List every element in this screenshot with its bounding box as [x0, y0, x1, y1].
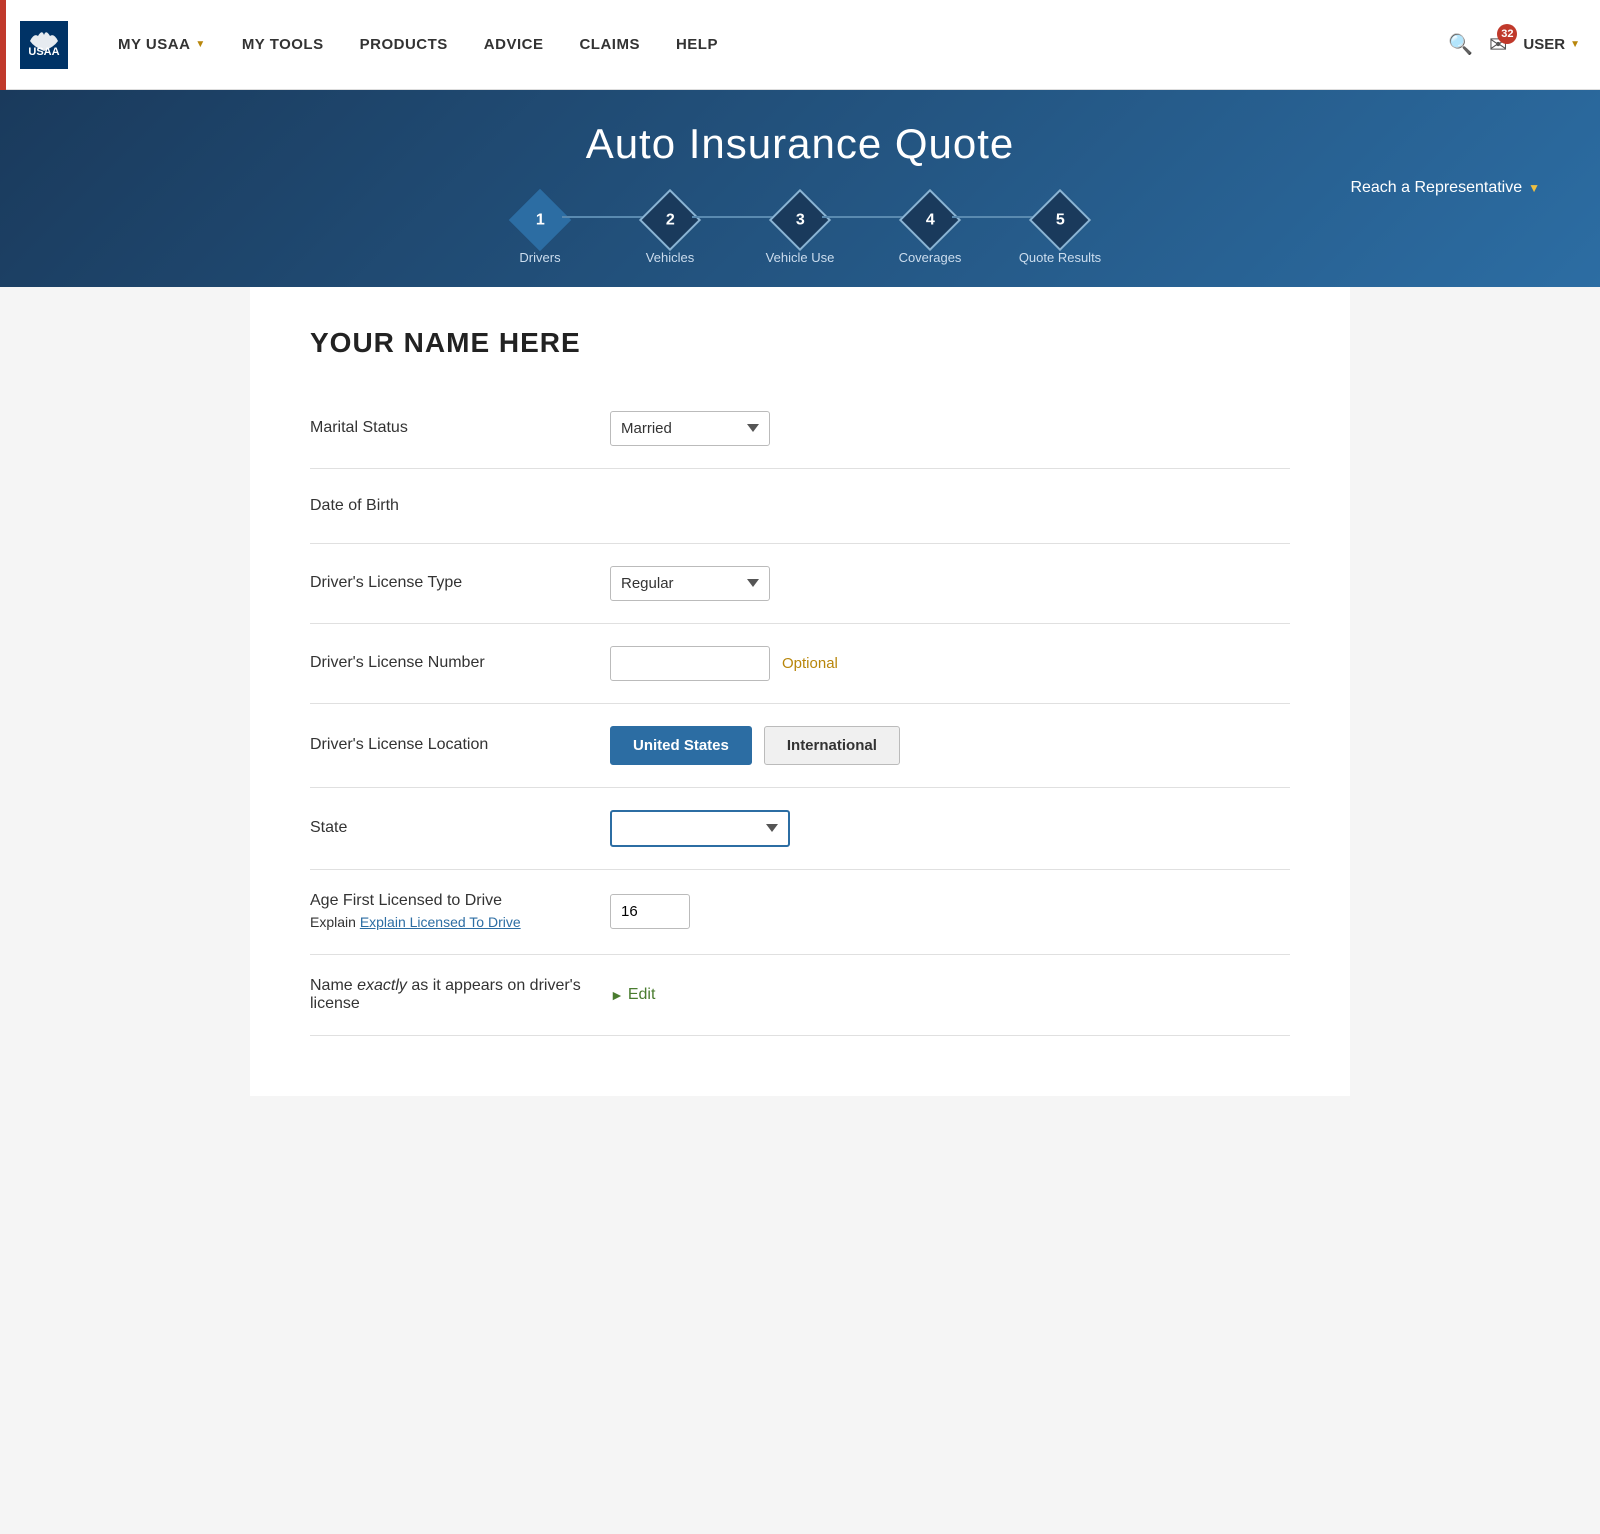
optional-badge: Optional: [782, 655, 838, 672]
state-select[interactable]: AlabamaAlaskaArizona ArkansasCaliforniaC…: [610, 810, 790, 847]
name-on-license-control: ► Edit: [610, 986, 1290, 1004]
mail-badge: 32: [1497, 24, 1517, 44]
step-1-label: Drivers: [519, 250, 560, 267]
search-icon[interactable]: 🔍: [1448, 32, 1473, 57]
license-location-label: Driver's License Location: [310, 736, 590, 754]
marital-status-row: Marital Status Married Single Divorced W…: [310, 389, 1290, 469]
logo[interactable]: USAA: [20, 21, 70, 69]
license-number-input[interactable]: [610, 646, 770, 681]
step-1-diamond: 1: [509, 189, 571, 251]
step-4-label: Coverages: [899, 250, 962, 267]
step-5-diamond: 5: [1029, 189, 1091, 251]
step-3-diamond: 3: [769, 189, 831, 251]
nav-my-tools[interactable]: MY TOOLS: [224, 0, 342, 90]
date-of-birth-row: Date of Birth: [310, 469, 1290, 544]
license-type-label: Driver's License Type: [310, 574, 590, 592]
marital-status-select[interactable]: Married Single Divorced Widowed: [610, 411, 770, 446]
nav-right: 🔍 ✉ 32 USER ▼: [1448, 32, 1580, 58]
my-usaa-chevron-icon: ▼: [195, 39, 205, 50]
user-name-heading: YOUR NAME HERE: [310, 327, 1290, 359]
marital-status-control: Married Single Divorced Widowed: [610, 411, 1290, 446]
nav-bar: USAA MY USAA ▼ MY TOOLS PRODUCTS ADVICE …: [0, 0, 1600, 90]
license-location-control: United States International: [610, 726, 1290, 765]
edit-name-link[interactable]: ► Edit: [610, 986, 655, 1004]
reach-rep-chevron-icon: ▼: [1528, 181, 1540, 195]
step-4-diamond: 4: [899, 189, 961, 251]
reach-representative-button[interactable]: Reach a Representative ▼: [1350, 179, 1540, 197]
nav-claims[interactable]: CLAIMS: [561, 0, 658, 90]
license-number-control: Optional: [610, 646, 1290, 681]
nav-links: MY USAA ▼ MY TOOLS PRODUCTS ADVICE CLAIM…: [100, 0, 1448, 90]
usaa-logo-icon: USAA: [20, 21, 68, 69]
license-type-row: Driver's License Type Regular Commercial…: [310, 544, 1290, 624]
name-on-license-label: Name exactly as it appears on driver's l…: [310, 977, 590, 1013]
age-licensed-row: Age First Licensed to Drive Explain Expl…: [310, 870, 1290, 955]
state-control: AlabamaAlaskaArizona ArkansasCaliforniaC…: [610, 810, 1290, 847]
step-5-label: Quote Results: [1019, 250, 1101, 267]
red-bar-accent: [0, 0, 6, 90]
international-button[interactable]: International: [764, 726, 900, 765]
step-2-label: Vehicles: [646, 250, 694, 267]
edit-arrow-icon: ►: [610, 987, 624, 1003]
name-on-license-row: Name exactly as it appears on driver's l…: [310, 955, 1290, 1036]
license-number-label: Driver's License Number: [310, 654, 590, 672]
license-type-control: Regular Commercial Learner's Permit: [610, 566, 1290, 601]
step-drivers[interactable]: 1 Drivers: [475, 198, 605, 267]
main-content: YOUR NAME HERE Marital Status Married Si…: [250, 287, 1350, 1096]
step-vehicle-use[interactable]: 3 Vehicle Use: [735, 198, 865, 267]
explain-licensed-link[interactable]: Explain Licensed To Drive: [360, 914, 521, 930]
nav-my-usaa[interactable]: MY USAA ▼: [100, 0, 224, 90]
nav-help[interactable]: HELP: [658, 0, 736, 90]
license-number-row: Driver's License Number Optional: [310, 624, 1290, 704]
nav-user[interactable]: USER ▼: [1523, 36, 1580, 53]
state-row: State AlabamaAlaskaArizona ArkansasCalif…: [310, 788, 1290, 870]
date-of-birth-label: Date of Birth: [310, 497, 590, 515]
mail-icon-wrap[interactable]: ✉ 32: [1489, 32, 1507, 58]
step-quote-results[interactable]: 5 Quote Results: [995, 198, 1125, 267]
step-3-label: Vehicle Use: [766, 250, 835, 267]
user-chevron-icon: ▼: [1570, 39, 1580, 50]
progress-steps: 1 Drivers 2 Vehicles 3 Vehicle Use 4 Cov…: [20, 188, 1580, 267]
step-2-diamond: 2: [639, 189, 701, 251]
age-licensed-input[interactable]: [610, 894, 690, 929]
nav-advice[interactable]: ADVICE: [466, 0, 562, 90]
state-label: State: [310, 819, 590, 837]
license-type-select[interactable]: Regular Commercial Learner's Permit: [610, 566, 770, 601]
united-states-button[interactable]: United States: [610, 726, 752, 765]
page-title: Auto Insurance Quote: [20, 120, 1580, 168]
age-licensed-control: [610, 894, 1290, 929]
license-location-row: Driver's License Location United States …: [310, 704, 1290, 788]
nav-products[interactable]: PRODUCTS: [342, 0, 466, 90]
marital-status-label: Marital Status: [310, 419, 590, 437]
step-coverages[interactable]: 4 Coverages: [865, 198, 995, 267]
step-vehicles[interactable]: 2 Vehicles: [605, 198, 735, 267]
age-licensed-label: Age First Licensed to Drive Explain Expl…: [310, 892, 590, 932]
header-banner: Auto Insurance Quote Reach a Representat…: [0, 90, 1600, 287]
